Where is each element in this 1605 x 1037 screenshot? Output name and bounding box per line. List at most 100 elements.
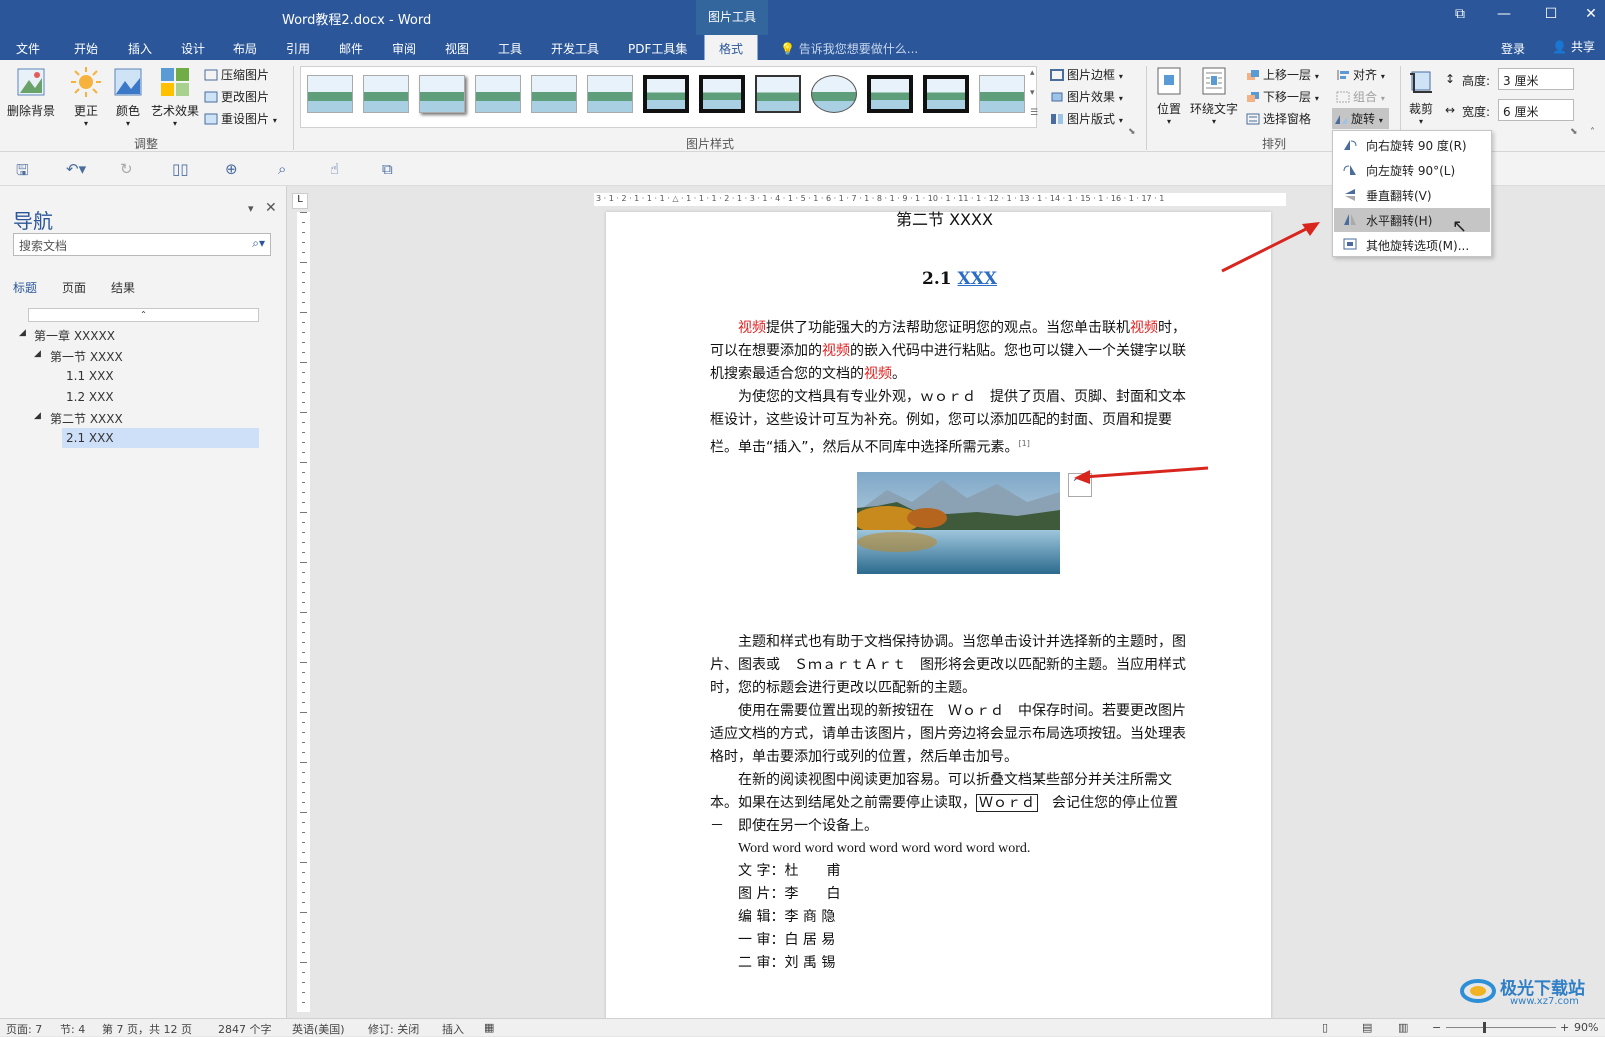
nav-search-input[interactable]: 搜索文档 ⌕▾ <box>13 233 271 256</box>
status-page[interactable]: 页面: 7 <box>6 1021 42 1037</box>
tab-insert[interactable]: 插入 <box>128 40 152 57</box>
nav-tab-pages[interactable]: 页面 <box>62 279 86 296</box>
menu-rotate-right[interactable]: 向右旋转 90 度(R) <box>1334 133 1490 157</box>
ribbon-display-options-icon[interactable]: ⧉ <box>1446 6 1474 22</box>
status-page-of[interactable]: 第 7 页，共 12 页 <box>102 1021 192 1037</box>
undo-icon[interactable]: ↶▾ <box>66 160 86 178</box>
two-pages-icon[interactable]: ▯▯ <box>172 160 189 178</box>
corrections-button[interactable]: 更正 ▾ <box>66 66 106 128</box>
nav-item-1-1[interactable]: 1.1 XXX <box>66 369 114 383</box>
status-language[interactable]: 英语(美国) <box>292 1021 345 1037</box>
tab-mailings[interactable]: 邮件 <box>339 40 363 57</box>
tab-design[interactable]: 设计 <box>181 40 205 57</box>
status-track-changes[interactable]: 修订: 关闭 <box>368 1021 419 1037</box>
size-dialog-launcher-icon[interactable]: ⬊ <box>1570 127 1578 137</box>
picture-style-thumb[interactable] <box>699 75 745 113</box>
picture-border-button[interactable]: 图片边框 ▾ <box>1050 66 1123 83</box>
height-input[interactable]: 3 厘米 <box>1498 68 1574 90</box>
align-button[interactable]: 对齐 ▾ <box>1336 66 1385 83</box>
picture-style-thumb[interactable] <box>587 75 633 113</box>
artistic-effects-button[interactable]: 艺术效果 ▾ <box>148 66 202 128</box>
tab-format[interactable]: 格式 <box>704 35 759 60</box>
minimize-button[interactable]: — <box>1490 6 1518 22</box>
maximize-button[interactable]: ☐ <box>1537 6 1565 22</box>
nav-item-section2[interactable]: 第二节 XXXX <box>50 410 123 427</box>
zoom-out-icon[interactable]: − <box>1432 1021 1441 1034</box>
zoom-slider-track[interactable] <box>1446 1027 1556 1028</box>
tab-tools[interactable]: 工具 <box>498 40 522 57</box>
remove-background-button[interactable]: 删除背景 <box>4 66 58 119</box>
touch-mode-icon[interactable]: ☝ <box>330 160 339 178</box>
nav-scroll-up-icon[interactable]: ⌃ <box>28 308 259 322</box>
print-preview-icon[interactable]: ⌕ <box>278 160 286 178</box>
status-section[interactable]: 节: 4 <box>60 1021 85 1037</box>
compress-pictures-button[interactable]: 压缩图片 <box>204 66 269 83</box>
nav-item-2-1[interactable]: 2.1 XXX <box>66 431 114 445</box>
picture-style-thumb[interactable] <box>811 75 857 113</box>
rotate-button[interactable]: 旋转 ▾ <box>1332 108 1389 129</box>
tab-review[interactable]: 审阅 <box>392 40 416 57</box>
macro-record-icon[interactable]: ▦ <box>484 1021 494 1034</box>
nav-close-icon[interactable]: ✕ <box>265 200 277 216</box>
tab-pdf-tools[interactable]: PDF工具集 <box>628 40 687 57</box>
picture-effects-button[interactable]: 图片效果 ▾ <box>1050 88 1123 105</box>
change-picture-button[interactable]: 更改图片 <box>204 88 269 105</box>
tell-me-search[interactable]: 💡 告诉我您想要做什么... <box>780 40 918 57</box>
gallery-scroll-up-icon[interactable]: ▴ <box>1030 68 1035 78</box>
gallery-more-icon[interactable]: ☰ <box>1030 108 1038 118</box>
status-insert-mode[interactable]: 插入 <box>442 1021 464 1037</box>
send-backward-button[interactable]: 下移一层 ▾ <box>1246 88 1319 105</box>
zoom-slider-thumb[interactable] <box>1483 1022 1486 1033</box>
redo-icon[interactable]: ↻ <box>120 160 133 178</box>
picture-style-thumb[interactable] <box>643 75 689 113</box>
close-button[interactable]: ✕ <box>1577 6 1605 22</box>
tab-file[interactable]: 文件 <box>16 40 40 57</box>
picture-style-thumb[interactable] <box>363 75 409 113</box>
nav-tab-results[interactable]: 结果 <box>111 279 135 296</box>
gallery-scroll-down-icon[interactable]: ▾ <box>1030 88 1035 98</box>
nav-item-section1[interactable]: 第一节 XXXX <box>50 348 123 365</box>
tab-developer[interactable]: 开发工具 <box>551 40 599 57</box>
zoom-level[interactable]: 90% <box>1574 1021 1598 1034</box>
menu-rotate-left[interactable]: 向左旋转 90°(L) <box>1334 158 1490 182</box>
collapse-icon[interactable]: ◢ <box>34 411 41 421</box>
read-mode-icon[interactable]: ▯ <box>1322 1021 1328 1034</box>
wrap-text-button[interactable]: 环绕文字 ▾ <box>1186 66 1242 126</box>
picture-style-thumb[interactable] <box>979 75 1025 113</box>
selection-pane-button[interactable]: 选择窗格 <box>1246 110 1311 127</box>
picture-style-thumb[interactable] <box>475 75 521 113</box>
web-layout-icon[interactable]: ⊕ <box>225 160 238 178</box>
nav-options-icon[interactable]: ▾ <box>248 202 254 215</box>
collapse-icon[interactable]: ◢ <box>34 349 41 359</box>
nav-item-chapter1[interactable]: 第一章 XXXXX <box>34 327 115 344</box>
picture-style-thumb[interactable] <box>307 75 353 113</box>
login-link[interactable]: 登录 <box>1501 40 1525 57</box>
save-icon[interactable]: 🖫 <box>16 160 29 185</box>
search-icon[interactable]: ⌕▾ <box>252 236 265 251</box>
print-layout-icon[interactable]: ▤ <box>1362 1021 1372 1034</box>
picture-style-thumb[interactable] <box>531 75 577 113</box>
width-input[interactable]: 6 厘米 <box>1498 99 1574 121</box>
share-button[interactable]: 👤 共享 <box>1552 38 1595 55</box>
crop-button[interactable]: 裁剪 ▾ <box>1402 66 1440 126</box>
color-button[interactable]: 颜色 ▾ <box>108 66 148 128</box>
status-word-count[interactable]: 2847 个字 <box>218 1021 272 1037</box>
picture-style-thumb[interactable] <box>419 75 465 113</box>
picture-style-thumb[interactable] <box>923 75 969 113</box>
position-button[interactable]: 位置 ▾ <box>1150 66 1188 126</box>
reset-picture-button[interactable]: 重设图片 ▾ <box>204 110 277 127</box>
nav-item-1-2[interactable]: 1.2 XXX <box>66 390 114 404</box>
tab-layout[interactable]: 布局 <box>233 40 257 57</box>
menu-flip-vertical[interactable]: 垂直翻转(V) <box>1334 183 1490 207</box>
picture-style-thumb[interactable] <box>755 75 801 113</box>
collapse-icon[interactable]: ◢ <box>19 328 26 338</box>
zoom-in-icon[interactable]: + <box>1560 1021 1569 1034</box>
tab-references[interactable]: 引用 <box>286 40 310 57</box>
picture-layout-button[interactable]: 图片版式 ▾ <box>1050 110 1123 127</box>
bring-forward-button[interactable]: 上移一层 ▾ <box>1246 66 1319 83</box>
group-objects-button[interactable]: 组合 ▾ <box>1336 88 1385 105</box>
nav-tab-headings[interactable]: 标题 <box>13 279 37 296</box>
web-layout-view-icon[interactable]: ▥ <box>1398 1021 1408 1034</box>
picture-style-thumb[interactable] <box>867 75 913 113</box>
tab-home[interactable]: 开始 <box>74 40 98 57</box>
